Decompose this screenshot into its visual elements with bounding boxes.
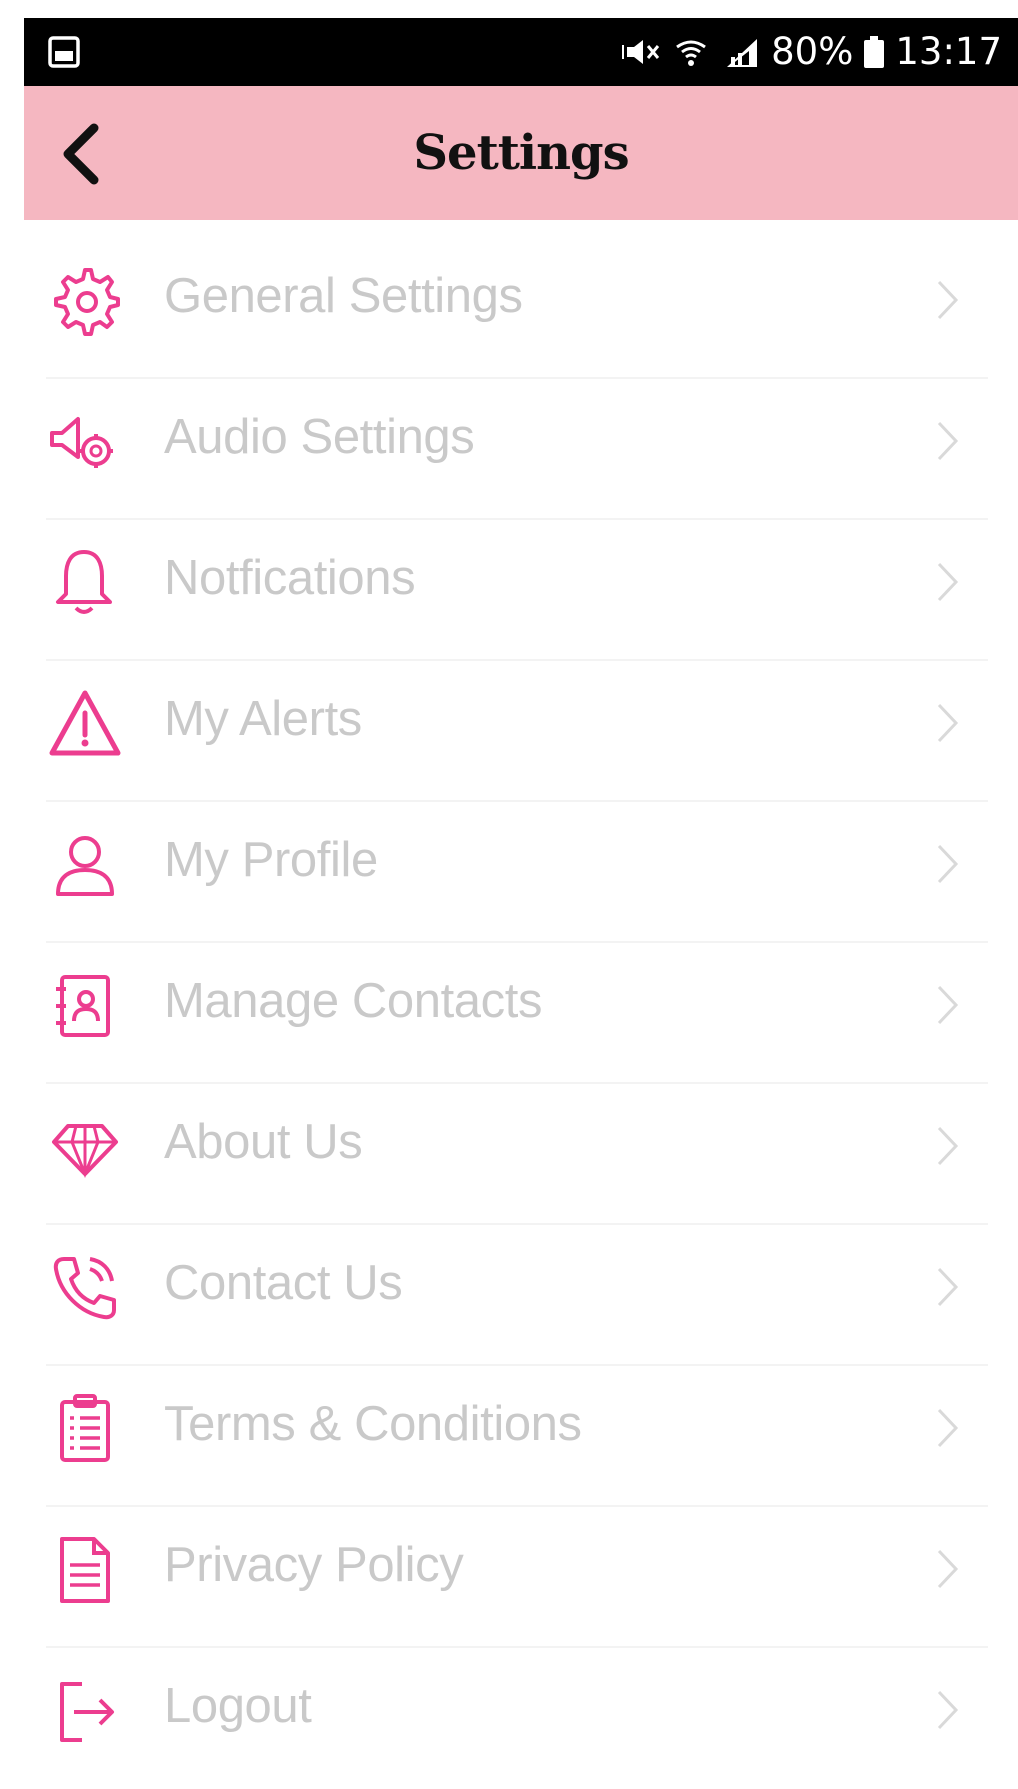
- chevron-right-icon: [937, 280, 959, 320]
- menu-item-manage-contacts[interactable]: Manage Contacts: [24, 943, 1018, 1084]
- menu-label: Audio Settings: [164, 410, 475, 464]
- bell-icon: [56, 550, 112, 614]
- chevron-right-icon: [937, 1549, 959, 1589]
- phone-screen: 80% 13:17 Settings General Settings Audi…: [24, 18, 1018, 1768]
- menu-item-my-profile[interactable]: My Profile: [24, 802, 1018, 943]
- menu-item-contact-us[interactable]: Contact Us: [24, 1225, 1018, 1366]
- diamond-icon: [52, 1124, 118, 1178]
- menu-item-privacy-policy[interactable]: Privacy Policy: [24, 1507, 1018, 1648]
- wifi-icon: [676, 40, 706, 66]
- menu-item-about-us[interactable]: About Us: [24, 1084, 1018, 1225]
- chevron-right-icon: [937, 1408, 959, 1448]
- chevron-right-icon: [937, 1267, 959, 1307]
- battery-percent: 80%: [771, 30, 854, 73]
- menu-label: Logout: [164, 1679, 312, 1733]
- menu-label: My Alerts: [164, 692, 362, 746]
- gallery-icon: [48, 36, 80, 68]
- page-title: Settings: [413, 125, 629, 181]
- menu-label: Terms & Conditions: [164, 1397, 582, 1451]
- status-bar: 80% 13:17: [24, 18, 1018, 86]
- back-chevron-icon[interactable]: [54, 122, 106, 186]
- chevron-right-icon: [937, 562, 959, 602]
- warning-icon: [49, 690, 121, 756]
- battery-icon: [864, 36, 885, 68]
- chevron-right-icon: [937, 985, 959, 1025]
- chevron-right-icon: [937, 703, 959, 743]
- chevron-right-icon: [937, 1690, 959, 1730]
- menu-label: Privacy Policy: [164, 1538, 464, 1592]
- clipboard-icon: [60, 1394, 110, 1462]
- gear-icon: [54, 268, 120, 336]
- phone-icon: [53, 1257, 116, 1320]
- clock: 13:17: [895, 30, 1002, 73]
- menu-item-audio-settings[interactable]: Audio Settings: [24, 379, 1018, 520]
- contact-book-icon: [56, 975, 110, 1037]
- menu-item-notifications[interactable]: Notfications: [24, 520, 1018, 661]
- signal-icon: [727, 39, 758, 67]
- chevron-right-icon: [937, 1126, 959, 1166]
- chevron-right-icon: [937, 844, 959, 884]
- speaker-gear-icon: [50, 417, 113, 468]
- app-bar: Settings: [24, 86, 1018, 220]
- logout-icon: [60, 1682, 114, 1742]
- chevron-right-icon: [937, 421, 959, 461]
- user-icon: [56, 836, 114, 896]
- mute-icon: [622, 40, 660, 64]
- menu-item-my-alerts[interactable]: My Alerts: [24, 661, 1018, 802]
- menu-label: General Settings: [164, 269, 523, 323]
- menu-label: Contact Us: [164, 1256, 403, 1310]
- status-icons: 80% 13:17: [621, 18, 1002, 86]
- menu-label: My Profile: [164, 833, 378, 887]
- menu-label: Manage Contacts: [164, 974, 543, 1028]
- settings-menu: General Settings Audio Settings Notficat…: [24, 238, 1018, 1789]
- menu-label: About Us: [164, 1115, 363, 1169]
- document-icon: [60, 1537, 110, 1603]
- menu-item-general-settings[interactable]: General Settings: [24, 238, 1018, 379]
- menu-label: Notfications: [164, 551, 416, 605]
- menu-item-terms-conditions[interactable]: Terms & Conditions: [24, 1366, 1018, 1507]
